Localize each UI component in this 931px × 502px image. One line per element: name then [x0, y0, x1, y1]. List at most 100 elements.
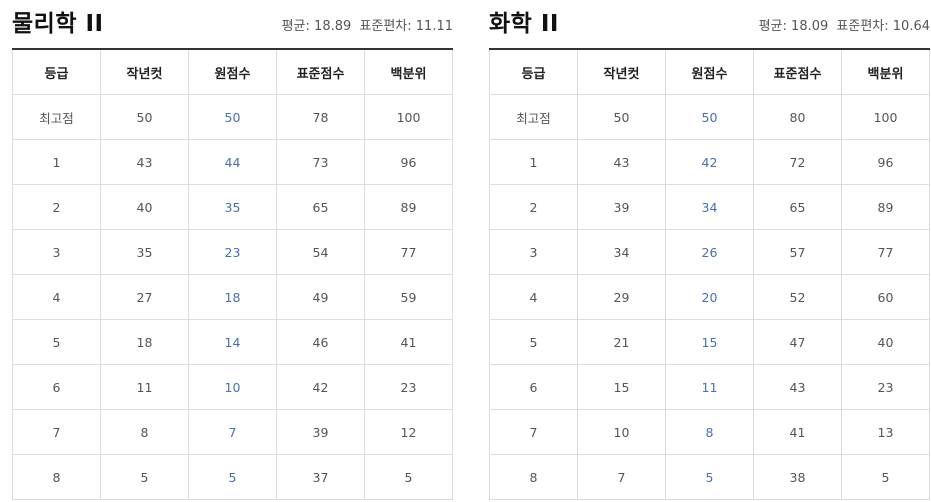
table-header-row: 등급 작년컷 원점수 표준점수 백분위: [489, 49, 930, 95]
grade-cell: 8: [12, 454, 101, 500]
grade-cell: 4: [489, 274, 578, 320]
standard-score-cell: 73: [276, 139, 365, 185]
subject-panel-physics: 물리학 II 평균: 18.89 표준편차: 11.11 등급 작년컷 원점수 …: [12, 0, 453, 500]
grade-cut-table: 등급 작년컷 원점수 표준점수 백분위 최고점 50 50 78 100 1 4…: [12, 48, 453, 500]
subject-title: 물리학 II: [12, 11, 104, 37]
grade-cell: 3: [489, 229, 578, 275]
last-cut-cell: 27: [100, 274, 189, 320]
raw-score-cell: 26: [665, 229, 754, 275]
raw-score-cell: 34: [665, 184, 754, 230]
last-cut-cell: 35: [100, 229, 189, 275]
table-row: 8 7 5 38 5: [489, 454, 930, 500]
grade-cell: 8: [489, 454, 578, 500]
last-cut-cell: 5: [100, 454, 189, 500]
standard-score-cell: 46: [276, 319, 365, 365]
standard-score-cell: 65: [276, 184, 365, 230]
column-header-raw-score: 원점수: [665, 49, 754, 95]
raw-score-cell: 10: [188, 364, 277, 410]
grade-cell: 6: [489, 364, 578, 410]
last-cut-cell: 50: [100, 94, 189, 140]
column-header-standard-score: 표준점수: [753, 49, 842, 95]
standard-score-cell: 41: [753, 409, 842, 455]
grade-cell: 7: [12, 409, 101, 455]
grade-cell: 2: [489, 184, 578, 230]
column-header-grade: 등급: [489, 49, 578, 95]
raw-score-cell: 50: [188, 94, 277, 140]
column-header-raw-score: 원점수: [188, 49, 277, 95]
grade-cut-table: 등급 작년컷 원점수 표준점수 백분위 최고점 50 50 80 100 1 4…: [489, 48, 930, 500]
raw-score-cell: 8: [665, 409, 754, 455]
column-header-standard-score: 표준점수: [276, 49, 365, 95]
mean-value: 18.89: [314, 19, 352, 34]
column-header-percentile: 백분위: [364, 49, 453, 95]
percentile-cell: 40: [841, 319, 930, 365]
sd-label: 표준편차:: [359, 19, 412, 34]
standard-score-cell: 49: [276, 274, 365, 320]
mean-label: 평균:: [758, 19, 787, 34]
raw-score-cell: 20: [665, 274, 754, 320]
table-row: 5 18 14 46 41: [12, 319, 453, 365]
mean-label: 평균:: [281, 19, 310, 34]
grade-cell: 2: [12, 184, 101, 230]
standard-score-cell: 65: [753, 184, 842, 230]
subject-title: 화학 II: [489, 11, 559, 37]
standard-score-cell: 47: [753, 319, 842, 365]
standard-score-cell: 37: [276, 454, 365, 500]
score-stats: 평균: 18.89 표준편차: 11.11: [282, 15, 453, 34]
percentile-cell: 89: [841, 184, 930, 230]
raw-score-cell: 5: [665, 454, 754, 500]
grade-cell: 7: [489, 409, 578, 455]
raw-score-cell: 14: [188, 319, 277, 365]
standard-score-cell: 54: [276, 229, 365, 275]
grade-cell: 5: [12, 319, 101, 365]
table-row: 2 39 34 65 89: [489, 184, 930, 230]
raw-score-cell: 35: [188, 184, 277, 230]
subject-panel-chemistry: 화학 II 평균: 18.09 표준편차: 10.64 등급 작년컷 원점수 표…: [489, 0, 930, 500]
standard-score-cell: 57: [753, 229, 842, 275]
last-cut-cell: 50: [577, 94, 666, 140]
raw-score-cell: 18: [188, 274, 277, 320]
column-header-percentile: 백분위: [841, 49, 930, 95]
standard-score-cell: 39: [276, 409, 365, 455]
last-cut-cell: 11: [100, 364, 189, 410]
table-row: 1 43 44 73 96: [12, 139, 453, 185]
raw-score-cell: 42: [665, 139, 754, 185]
raw-score-cell: 44: [188, 139, 277, 185]
grade-cell: 최고점: [12, 94, 101, 140]
table-row: 3 35 23 54 77: [12, 229, 453, 275]
percentile-cell: 60: [841, 274, 930, 320]
last-cut-cell: 43: [100, 139, 189, 185]
table-row: 8 5 5 37 5: [12, 454, 453, 500]
percentile-cell: 23: [841, 364, 930, 410]
score-stats: 평균: 18.09 표준편차: 10.64: [759, 15, 930, 34]
grade-cell: 최고점: [489, 94, 578, 140]
percentile-cell: 12: [364, 409, 453, 455]
table-row: 7 10 8 41 13: [489, 409, 930, 455]
percentile-cell: 77: [841, 229, 930, 275]
last-cut-cell: 29: [577, 274, 666, 320]
table-row: 2 40 35 65 89: [12, 184, 453, 230]
percentile-cell: 77: [364, 229, 453, 275]
percentile-cell: 41: [364, 319, 453, 365]
percentile-cell: 100: [841, 94, 930, 140]
percentile-cell: 89: [364, 184, 453, 230]
grade-cell: 6: [12, 364, 101, 410]
last-cut-cell: 34: [577, 229, 666, 275]
last-cut-cell: 39: [577, 184, 666, 230]
table-row: 3 34 26 57 77: [489, 229, 930, 275]
sd-value: 11.11: [415, 19, 453, 34]
last-cut-cell: 8: [100, 409, 189, 455]
grade-cell: 1: [12, 139, 101, 185]
column-header-last-cut: 작년컷: [577, 49, 666, 95]
table-row: 6 11 10 42 23: [12, 364, 453, 410]
column-header-grade: 등급: [12, 49, 101, 95]
table-row: 4 27 18 49 59: [12, 274, 453, 320]
panel-header: 화학 II 평균: 18.09 표준편차: 10.64: [489, 0, 930, 48]
grade-cell: 3: [12, 229, 101, 275]
table-row: 6 15 11 43 23: [489, 364, 930, 410]
last-cut-cell: 7: [577, 454, 666, 500]
table-row: 최고점 50 50 80 100: [489, 94, 930, 140]
percentile-cell: 96: [841, 139, 930, 185]
mean-value: 18.09: [791, 19, 829, 34]
percentile-cell: 23: [364, 364, 453, 410]
